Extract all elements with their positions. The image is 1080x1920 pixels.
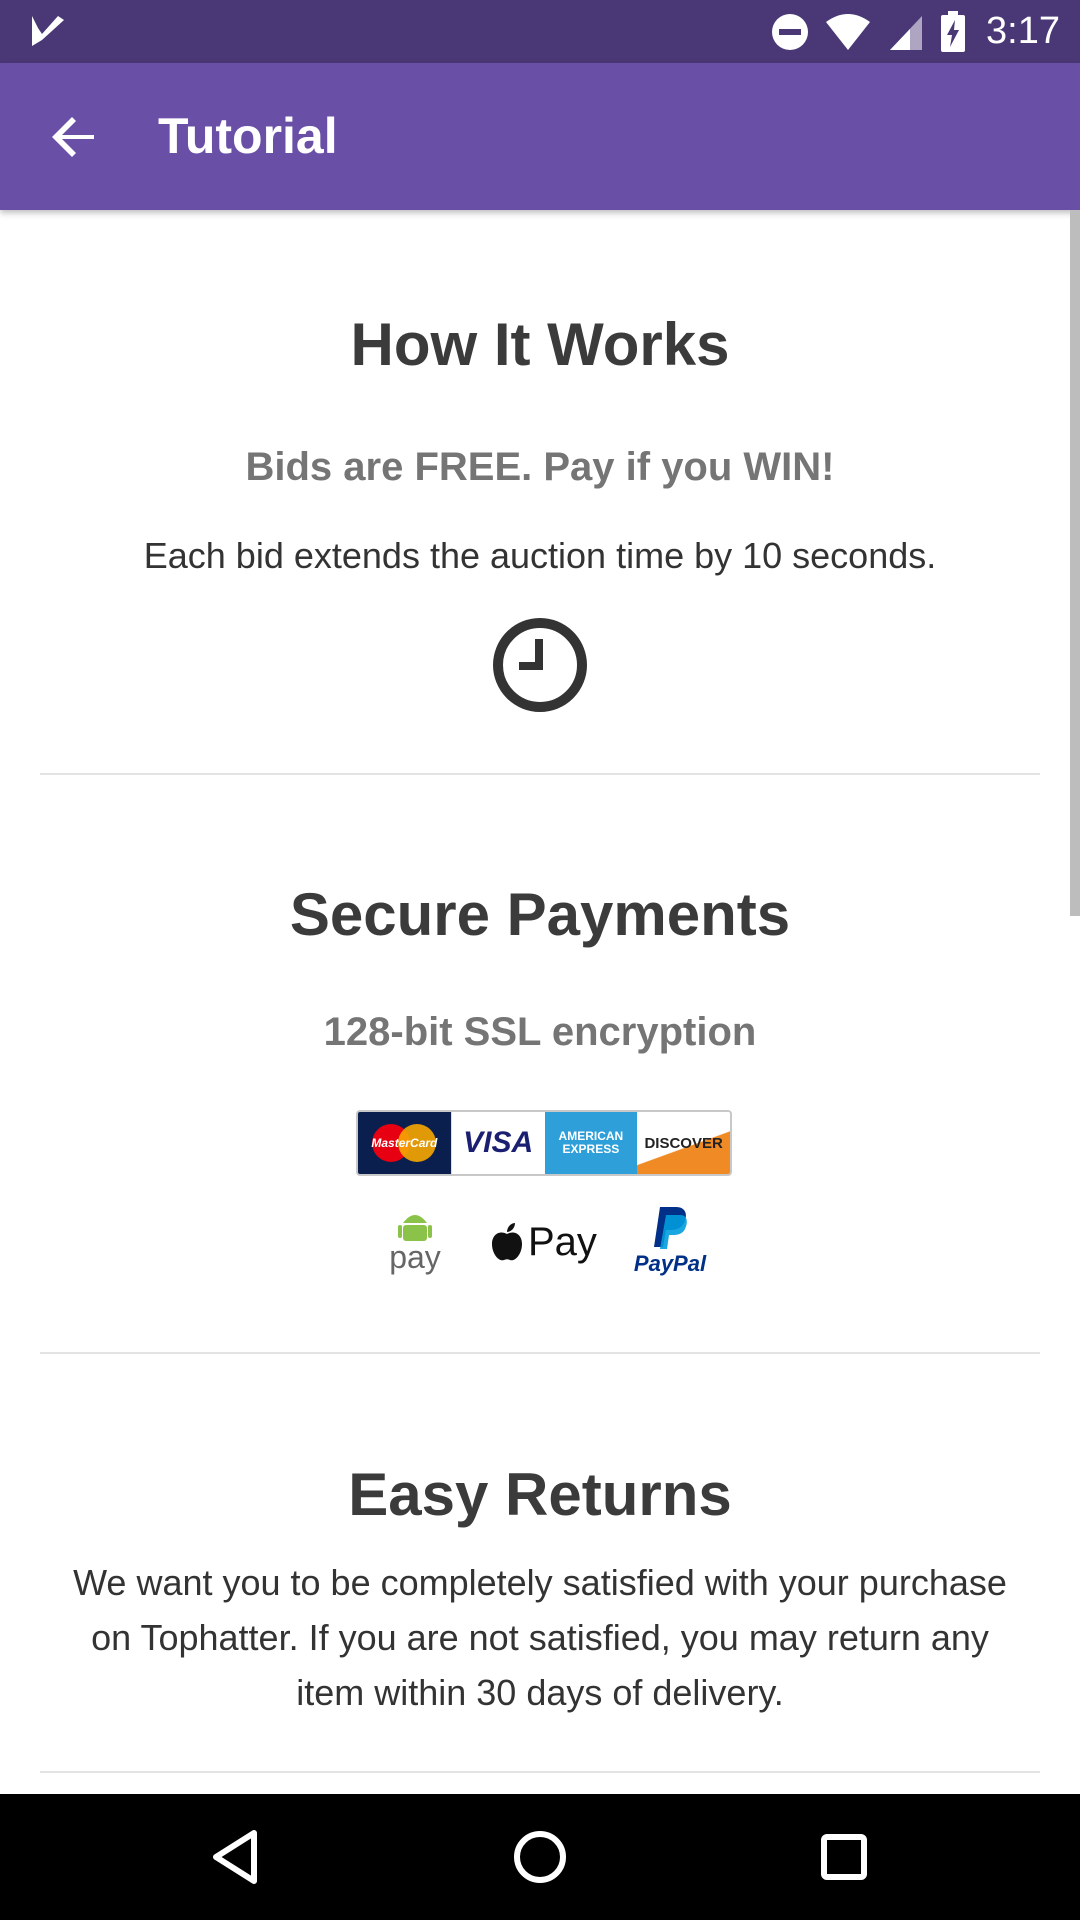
app-check-icon (32, 16, 64, 46)
easy-returns-line-1: We want you to be completely satisfied w… (73, 1562, 1007, 1603)
how-it-works-subtitle: Bids are FREE. Pay if you WIN! (245, 445, 835, 489)
credit-card-logos: MasterCard VISA AMERICAN EXPRESS DISCOVE… (356, 1110, 732, 1176)
discover-logo: DISCOVER (637, 1112, 730, 1174)
apple-icon (492, 1223, 522, 1261)
paypal-icon (654, 1207, 687, 1249)
status-icons: 3:17 (770, 0, 1060, 63)
status-bar: 3:17 (0, 0, 1080, 63)
easy-returns-line-2: on Tophatter. If you are not satisfied, … (91, 1617, 989, 1658)
how-it-works-title: How It Works (350, 311, 730, 378)
signal-icon (890, 15, 923, 50)
android-pay-logo: pay (380, 1205, 450, 1285)
how-it-works-body: Each bid extends the auction time by 10 … (143, 535, 937, 576)
arrow-back-icon[interactable] (42, 105, 106, 169)
back-triangle-icon[interactable] (206, 1827, 266, 1887)
amex-logo: AMERICAN EXPRESS (544, 1112, 638, 1174)
wifi-icon (826, 13, 871, 50)
how-it-works-section: How It Works (0, 310, 1080, 379)
do-not-disturb-icon (772, 13, 809, 50)
apple-pay-logo: Pay (490, 1217, 600, 1267)
page-title: Tutorial (158, 108, 338, 164)
easy-returns-line-3: item within 30 days of delivery. (296, 1672, 784, 1713)
secure-payments-subtitle: 128-bit SSL encryption (323, 1010, 757, 1054)
clock-icon (493, 618, 587, 712)
battery-charging-icon (941, 10, 966, 52)
paypal-logo: PayPal (625, 1205, 715, 1285)
easy-returns-body: We want you to be completely satisfied w… (0, 1555, 1080, 1720)
status-time: 3:17 (986, 10, 1060, 52)
scrollbar[interactable] (1070, 210, 1080, 916)
divider (40, 1771, 1040, 1773)
easy-returns-title: Easy Returns (348, 1461, 732, 1528)
divider (40, 1352, 1040, 1354)
recents-square-icon[interactable] (814, 1827, 874, 1887)
app-bar: Tutorial (0, 63, 1080, 210)
divider (40, 773, 1040, 775)
secure-payments-title: Secure Payments (289, 881, 791, 948)
visa-logo: VISA (450, 1112, 545, 1174)
navigation-bar (0, 1794, 1080, 1920)
wallet-logos: pay Pay PayPal (380, 1205, 710, 1295)
mastercard-logo: MasterCard (358, 1112, 451, 1174)
tutorial-content[interactable]: How It Works Bids are FREE. Pay if you W… (0, 210, 1080, 1794)
home-circle-icon[interactable] (510, 1827, 570, 1887)
